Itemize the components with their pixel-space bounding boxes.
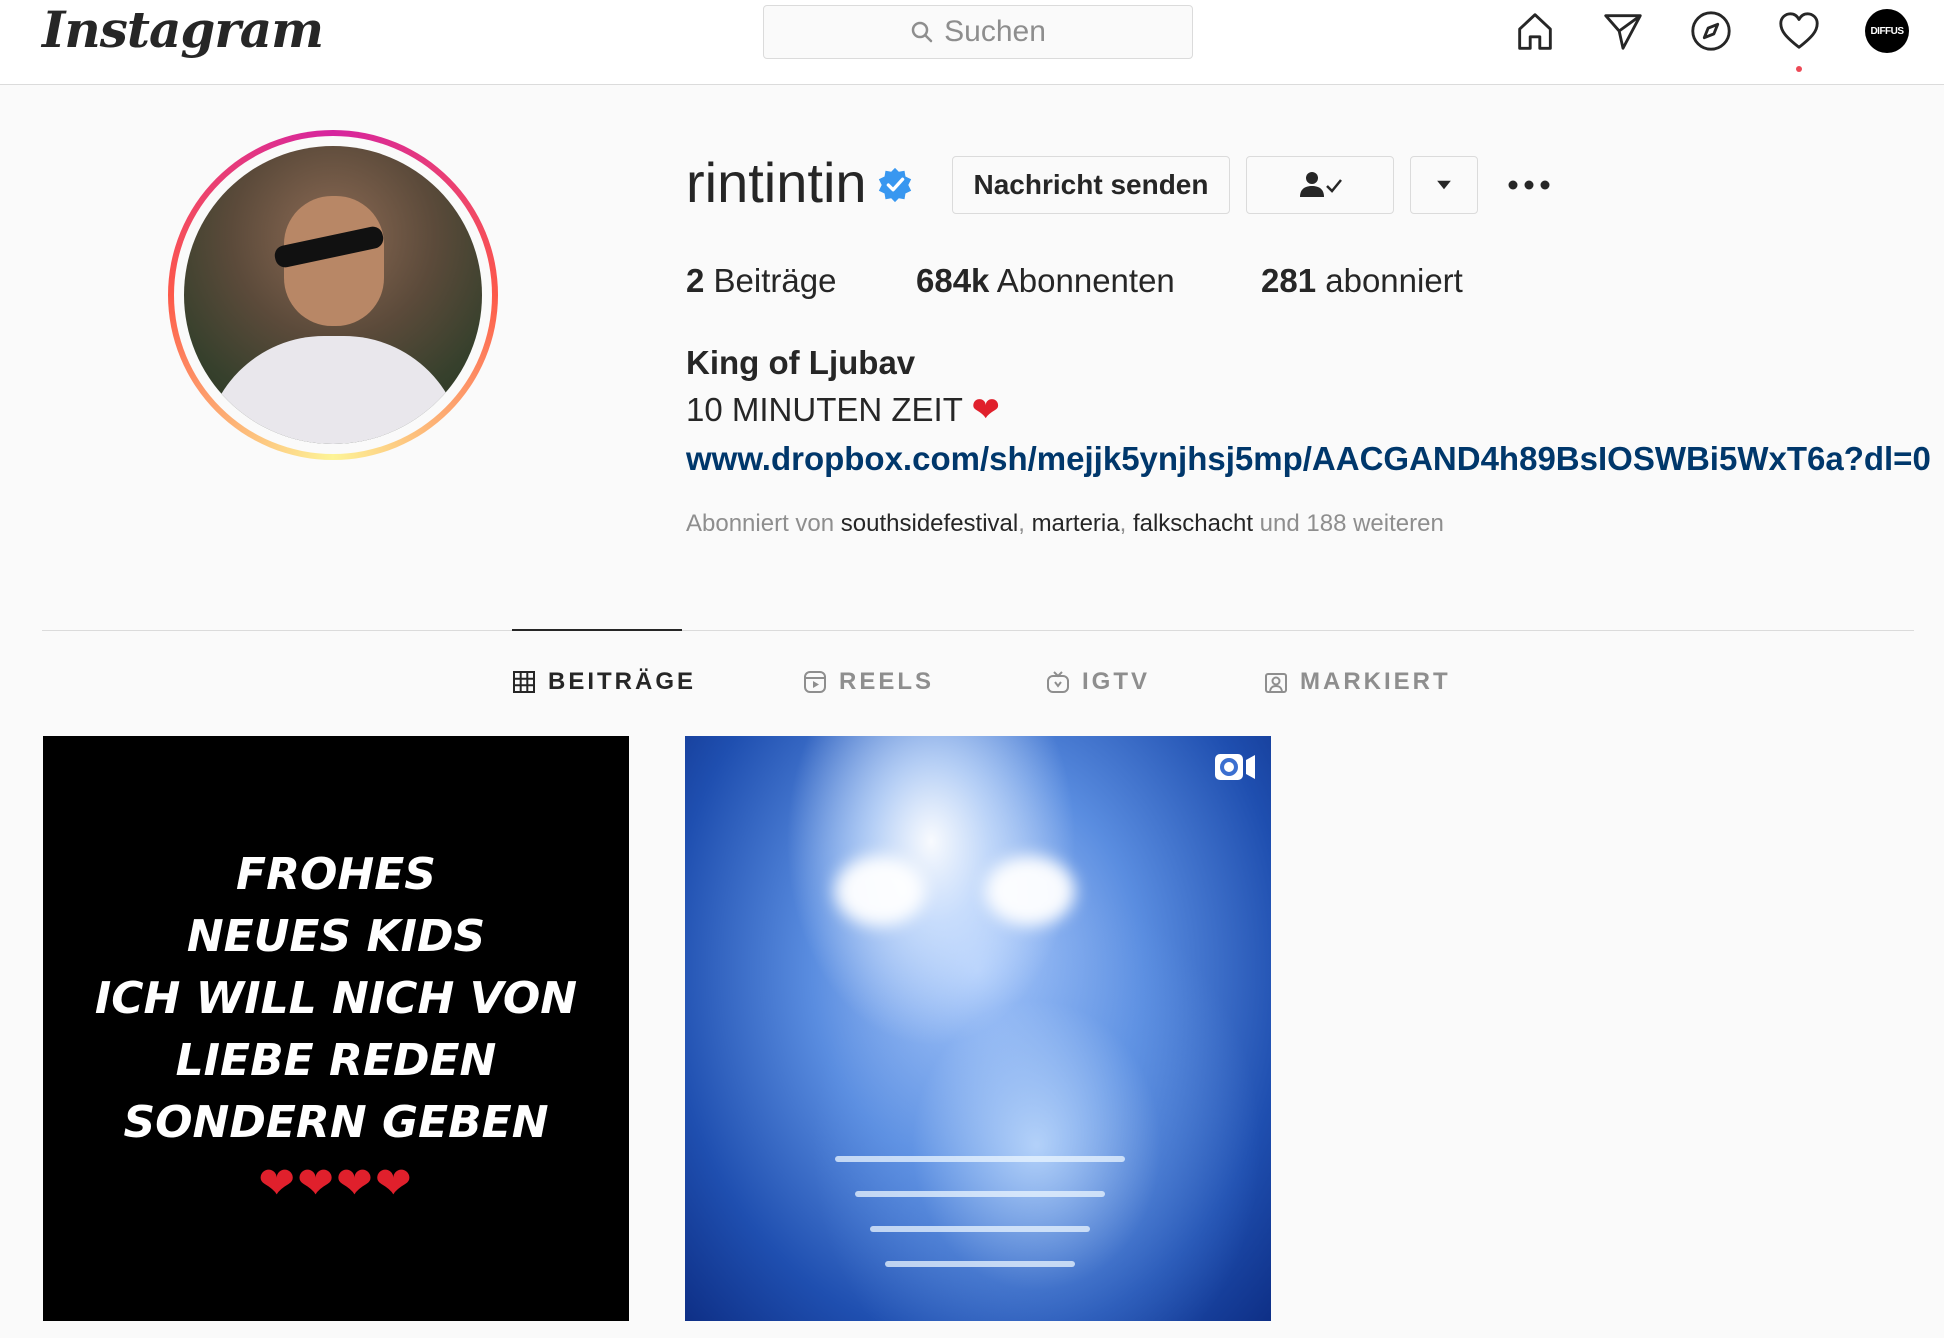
post-hearts: ❤❤❤❤ <box>258 1158 414 1208</box>
tagged-icon <box>1265 673 1287 693</box>
tab-igtv-label: IGTV <box>1082 668 1151 695</box>
profile-menu-button[interactable]: DIFFUS <box>1864 8 1910 54</box>
bio-text: 10 MINUTEN ZEIT <box>686 391 963 428</box>
search-icon <box>911 21 933 43</box>
top-navigation-bar: Instagram Suchen DIFFUS <box>0 0 1944 85</box>
nav-icons: DIFFUS <box>1512 8 1910 72</box>
profile-picture <box>184 146 482 444</box>
followers-count-value: 684k <box>916 262 990 299</box>
skeleton-eye-glow <box>835 856 925 926</box>
followers-count[interactable]: 684k Abonnenten <box>916 262 1175 300</box>
grid-icon <box>513 671 535 693</box>
post-text-line: SONDERN GEBEN <box>123 1096 549 1148</box>
skeleton-rib <box>835 1156 1125 1162</box>
followed-by-account[interactable]: marteria <box>1032 510 1120 537</box>
explore-button[interactable] <box>1688 8 1734 54</box>
heart-emoji: ❤ <box>971 391 1000 429</box>
active-tab-indicator <box>512 629 682 631</box>
followed-by[interactable]: Abonniert von southsidefestival, marteri… <box>686 510 1444 538</box>
post-text-line: NEUES KIDS <box>186 910 486 962</box>
post-text-line: FROHES <box>236 848 436 900</box>
post-text-line: ICH WILL NICH VON <box>94 972 578 1024</box>
followed-by-suffix: und 188 weiteren <box>1259 510 1444 537</box>
activity-heart-icon <box>1779 12 1819 49</box>
activity-button[interactable] <box>1776 8 1822 72</box>
following-count[interactable]: 281 abonniert <box>1261 262 1463 300</box>
send-message-label: Nachricht senden <box>973 169 1209 200</box>
home-button[interactable] <box>1512 8 1558 54</box>
following-count-label: abonniert <box>1325 262 1463 299</box>
posts-count-value: 2 <box>686 262 705 299</box>
post-text-line: LIEBE REDEN <box>175 1034 497 1086</box>
tab-posts-label: BEITRÄGE <box>548 668 697 695</box>
followed-by-account[interactable]: falkschacht <box>1133 510 1253 537</box>
instagram-logo[interactable]: Instagram <box>42 0 324 59</box>
suggested-accounts-dropdown[interactable] <box>1410 156 1478 214</box>
profile-username: rintintin <box>686 151 867 214</box>
following-button[interactable] <box>1246 156 1394 214</box>
following-count-value: 281 <box>1261 262 1317 299</box>
profile-website-link[interactable]: www.dropbox.com/sh/mejjk5ynjhsj5mp/AACGA… <box>686 440 1931 478</box>
home-icon <box>1518 13 1552 50</box>
verified-badge-icon <box>878 167 912 203</box>
tab-posts[interactable]: BEITRÄGE <box>512 668 696 696</box>
igtv-icon <box>1047 671 1069 693</box>
post-thumbnail[interactable] <box>685 736 1271 1321</box>
posts-count-label: Beiträge <box>713 262 837 299</box>
post-thumbnail[interactable]: FROHES NEUES KIDS ICH WILL NICH VON LIEB… <box>43 736 629 1321</box>
send-message-button[interactable]: Nachricht senden <box>952 156 1230 214</box>
avatar: DIFFUS <box>1865 9 1909 53</box>
tab-tagged[interactable]: MARKIERT <box>1264 668 1451 696</box>
followed-by-account[interactable]: southsidefestival <box>841 510 1018 537</box>
video-icon <box>1215 754 1255 780</box>
skeleton-rib <box>870 1226 1090 1232</box>
search-placeholder: Suchen <box>944 15 1046 48</box>
tab-igtv[interactable]: IGTV <box>1046 668 1150 696</box>
tab-reels[interactable]: REELS <box>803 668 934 696</box>
search-input[interactable]: Suchen <box>763 5 1193 59</box>
followers-count-label: Abonnenten <box>996 262 1175 299</box>
story-ring[interactable] <box>168 130 498 460</box>
profile-picture-shirt <box>204 336 464 444</box>
story-ring-inner <box>174 136 492 454</box>
profile-bio: 10 MINUTEN ZEIT ❤ <box>686 390 1000 430</box>
notification-dot <box>1796 66 1802 72</box>
tab-tagged-label: MARKIERT <box>1300 668 1451 695</box>
direct-message-icon <box>1604 14 1642 50</box>
explore-icon <box>1691 11 1731 51</box>
more-options-icon[interactable] <box>1504 170 1554 200</box>
triangle-down-icon <box>1437 180 1451 190</box>
reels-icon <box>804 671 826 693</box>
skeleton-rib <box>855 1191 1105 1197</box>
posts-count: 2 Beiträge <box>686 262 836 300</box>
followed-by-prefix: Abonniert von <box>686 510 835 537</box>
person-check-icon <box>1300 172 1342 197</box>
tab-reels-label: REELS <box>839 668 935 695</box>
tabs-divider <box>42 630 1914 631</box>
direct-messages-button[interactable] <box>1600 8 1646 54</box>
skeleton-eye-glow <box>985 856 1075 926</box>
skeleton-rib <box>885 1261 1075 1267</box>
profile-full-name: King of Ljubav <box>686 344 916 381</box>
